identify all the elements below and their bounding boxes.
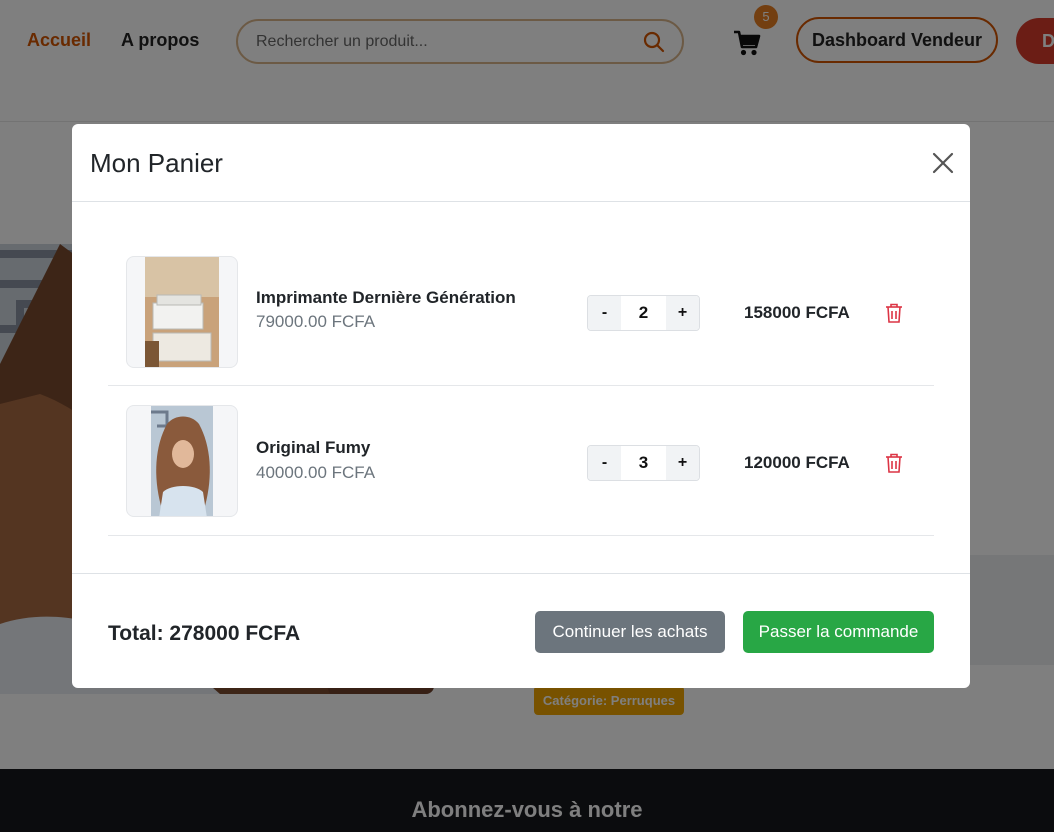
- item-line-total: 120000 FCFA: [744, 453, 850, 472]
- modal-body: Imprimante Dernière Génération 79000.00 …: [72, 202, 970, 574]
- increase-quantity-button[interactable]: +: [666, 446, 699, 480]
- quantity-stepper: - +: [587, 295, 700, 331]
- cart-total: Total: 278000 FCFA: [108, 622, 301, 645]
- trash-icon[interactable]: [885, 453, 903, 473]
- decrease-quantity-button[interactable]: -: [588, 296, 621, 330]
- product-thumbnail: [126, 405, 238, 517]
- cart-item: Imprimante Dernière Génération 79000.00 …: [108, 236, 934, 386]
- increase-quantity-button[interactable]: +: [666, 296, 699, 330]
- product-thumbnail: [126, 256, 238, 368]
- trash-icon[interactable]: [885, 303, 903, 323]
- decrease-quantity-button[interactable]: -: [588, 446, 621, 480]
- item-unit-price: 79000.00 FCFA: [256, 312, 376, 331]
- close-icon[interactable]: [928, 148, 958, 178]
- cart-item: Original Fumy 40000.00 FCFA - + 120000 F…: [108, 386, 934, 536]
- quantity-input[interactable]: [621, 446, 666, 480]
- item-name: Original Fumy: [256, 438, 371, 457]
- item-unit-price: 40000.00 FCFA: [256, 463, 376, 482]
- continue-shopping-button[interactable]: Continuer les achats: [535, 611, 725, 653]
- item-name: Imprimante Dernière Génération: [256, 288, 516, 307]
- modal-title: Mon Panier: [90, 148, 223, 178]
- cart-modal: Mon Panier Imprimante Dernière Génératio…: [72, 124, 970, 688]
- item-line-total: 158000 FCFA: [744, 303, 850, 322]
- modal-footer: Total: 278000 FCFA Continuer les achats …: [72, 573, 970, 688]
- quantity-input[interactable]: [621, 296, 666, 330]
- quantity-stepper: - +: [587, 445, 700, 481]
- modal-header: Mon Panier: [72, 124, 970, 202]
- place-order-button[interactable]: Passer la commande: [743, 611, 934, 653]
